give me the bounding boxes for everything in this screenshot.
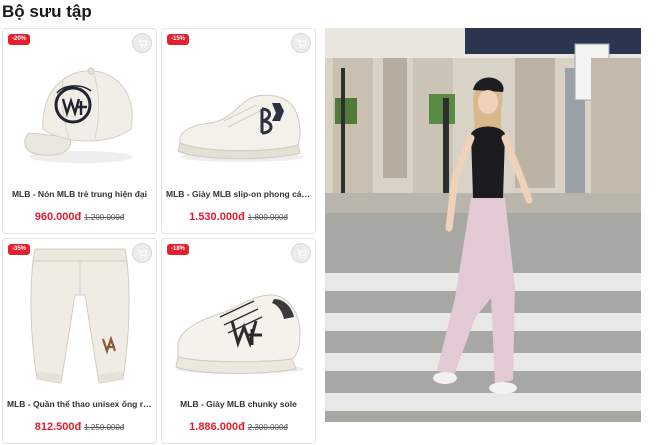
sneaker-illustration [177, 94, 304, 162]
street-model-photo [325, 28, 641, 422]
add-to-cart-button[interactable] [291, 243, 311, 263]
product-name[interactable]: MLB - Quần thể thao unisex ống rộng [7, 399, 152, 410]
discount-badge: -20% [8, 34, 31, 45]
price-row: 1.886.000đ 2.300.000đ [162, 419, 315, 435]
cart-icon [296, 38, 307, 48]
add-to-cart-button[interactable] [132, 243, 152, 263]
product-card[interactable]: -18% MLB - Giày MLB chunky sole 1.886.00… [161, 238, 316, 444]
cart-icon [137, 248, 148, 258]
product-image[interactable] [3, 239, 156, 389]
cap-illustration [24, 67, 133, 163]
product-card[interactable]: -35% MLB - Quần thể thao unisex ống rộng… [2, 238, 157, 444]
cart-icon [137, 38, 148, 48]
sale-price: 1.886.000đ [189, 421, 245, 433]
price-row: 960.000đ 1.200.000đ [3, 209, 156, 225]
original-price: 1.250.000đ [84, 423, 125, 432]
cart-icon [296, 248, 307, 258]
product-card[interactable]: -20% MLB - Nón MLB trẻ trung hiện đại 96… [2, 28, 157, 234]
price-row: 1.530.000đ 1.800.000đ [162, 209, 315, 225]
product-grid: -20% MLB - Nón MLB trẻ trung hiện đại 96… [2, 28, 318, 445]
product-name[interactable]: MLB - Giày MLB slip-on phong cách [166, 189, 311, 200]
product-image[interactable] [162, 29, 315, 179]
sale-price: 1.530.000đ [189, 211, 245, 223]
sale-price: 960.000đ [34, 211, 82, 223]
add-to-cart-button[interactable] [291, 33, 311, 53]
pants-illustration [30, 248, 130, 384]
chunky-sneaker-illustration [175, 294, 304, 374]
add-to-cart-button[interactable] [132, 33, 152, 53]
collection-banner-image[interactable] [325, 28, 641, 422]
discount-badge: -18% [167, 244, 190, 255]
product-card[interactable]: -15% MLB - Giày MLB slip-on phong cách 1… [161, 28, 316, 234]
price-row: 812.500đ 1.250.000đ [3, 419, 156, 435]
discount-badge: -15% [167, 34, 190, 45]
original-price: 1.800.000đ [247, 213, 288, 222]
product-image[interactable] [162, 239, 315, 389]
discount-badge: -35% [8, 244, 31, 255]
original-price: 2.300.000đ [247, 423, 288, 432]
product-name[interactable]: MLB - Giày MLB chunky sole [166, 399, 311, 410]
product-name[interactable]: MLB - Nón MLB trẻ trung hiện đại [7, 189, 152, 200]
sale-price: 812.500đ [34, 421, 82, 433]
original-price: 1.200.000đ [84, 213, 125, 222]
section-title: Bộ sưu tập [2, 2, 92, 21]
product-image[interactable] [3, 29, 156, 179]
